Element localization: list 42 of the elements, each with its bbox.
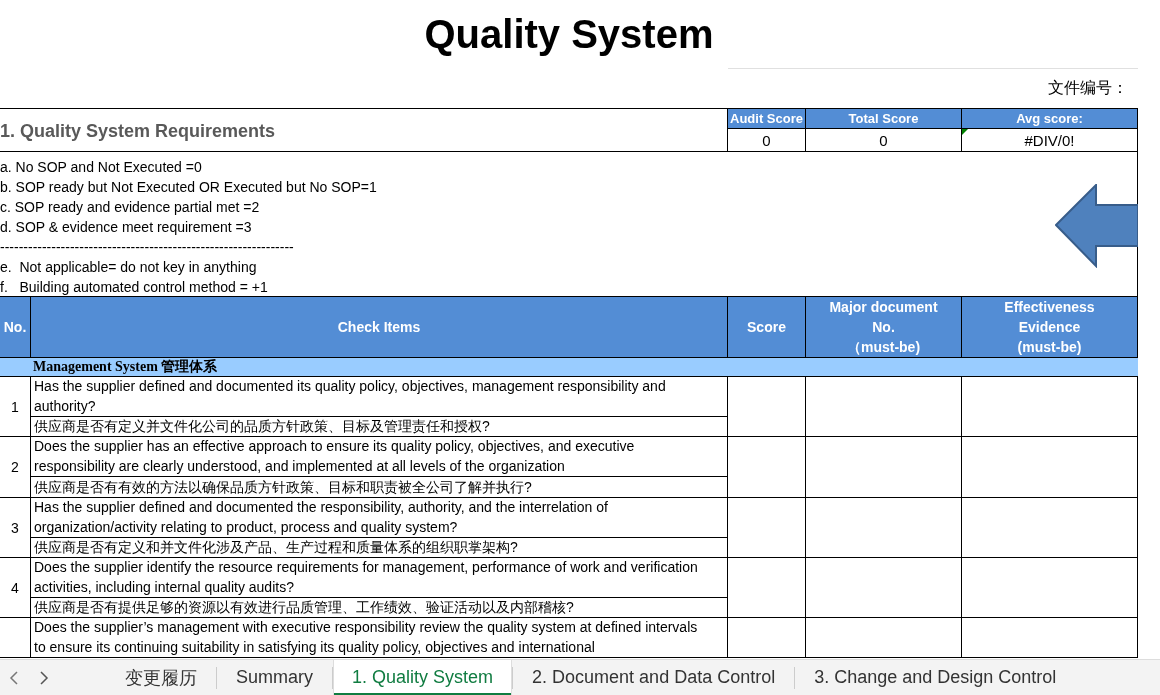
legend-line: --------------------------------------------------------------- <box>0 238 295 257</box>
sheet-title: Quality System <box>424 14 714 54</box>
sheet-tab[interactable]: 变更履历 <box>106 660 216 695</box>
check-item-cell: Has the supplier defined and documented the responsibility, authority, and the interrelation of organization/activity relating to product, process and quality system? <box>31 498 728 538</box>
document-number-label: 文件编号： <box>1048 78 1128 98</box>
sheet-tab[interactable]: 3. Change and Design Control <box>795 660 1076 695</box>
summary-value-cell: 0 <box>806 129 962 151</box>
column-header: No. <box>0 297 31 358</box>
check-item-cell: 供应商是否有定义和并文件化涉及产品、生产过程和质量体系的组织职掌架构? <box>31 538 728 558</box>
row-number-cell: 4 <box>0 558 31 618</box>
row-number-cell: 2 <box>0 437 31 498</box>
next-sheet-icon[interactable] <box>38 669 50 686</box>
check-item-cell: Has the supplier defined and documented its quality policy, objectives, management responsibility and authority? <box>31 377 728 417</box>
check-item-cell: Does the supplier identify the resource requirements for management, performance of work and verification activities, including internal quality audits? <box>31 558 728 598</box>
legend-line: d. SOP & evidence meet requirement =3 <box>0 218 253 237</box>
group-title: Management System 管理体系 <box>33 357 218 376</box>
summary-value-cell: #DIV/0! <box>962 129 1138 151</box>
summary-value-cell: 0 <box>728 129 806 151</box>
left-arrow-icon <box>1055 184 1138 268</box>
check-item-cell: 供应商是否有定义并文件化公司的品质方针政策、目标及管理责任和授权? <box>31 417 728 437</box>
summary-header-cell: Audit Score <box>728 109 806 129</box>
legend-line: e. Not applicable= do not key in anything <box>0 258 258 277</box>
row-number-cell <box>0 618 31 658</box>
check-item-cell: Does the supplier’s management with executive responsibility review the quality system at defined intervals to ensure its continuing suitability in satisfying its quality policy, objectives and international <box>31 618 728 658</box>
column-header: Effectiveness Evidence (must-be) <box>962 297 1138 358</box>
column-header: Score <box>728 297 806 358</box>
check-item-cell: 供应商是否有提供足够的资源以有效进行品质管理、工作绩效、验证活动以及内部稽核? <box>31 598 728 618</box>
sheet-tab[interactable]: 2. Document and Data Control <box>513 660 795 695</box>
sheet-tab[interactable]: Summary <box>217 660 332 695</box>
column-header: Check Items <box>31 297 728 358</box>
sheet-tab[interactable]: 1. Quality System <box>333 660 513 695</box>
check-item-cell: Does the supplier has an effective approach to ensure its quality policy, objectives, and executive responsibility are clearly understood, and implemented at all levels of the organization <box>31 437 728 477</box>
summary-header-cell: Avg score: <box>962 109 1138 129</box>
check-item-cell: 供应商是否有有效的方法以确保品质方针政策、目标和职责被全公司了解并执行? <box>31 477 728 498</box>
legend-line: b. SOP ready but Not Executed OR Executed but No SOP=1 <box>0 178 378 197</box>
legend-line: f. Building automated control method = +1 <box>0 278 269 297</box>
legend-line: c. SOP ready and evidence partial met =2 <box>0 198 261 217</box>
legend-line: a. No SOP and Not Executed =0 <box>0 158 203 177</box>
row-number-cell: 1 <box>0 377 31 437</box>
column-header: Major document No. （must-be) <box>806 297 962 358</box>
row-number-cell: 3 <box>0 498 31 558</box>
previous-sheet-icon[interactable] <box>8 669 20 686</box>
